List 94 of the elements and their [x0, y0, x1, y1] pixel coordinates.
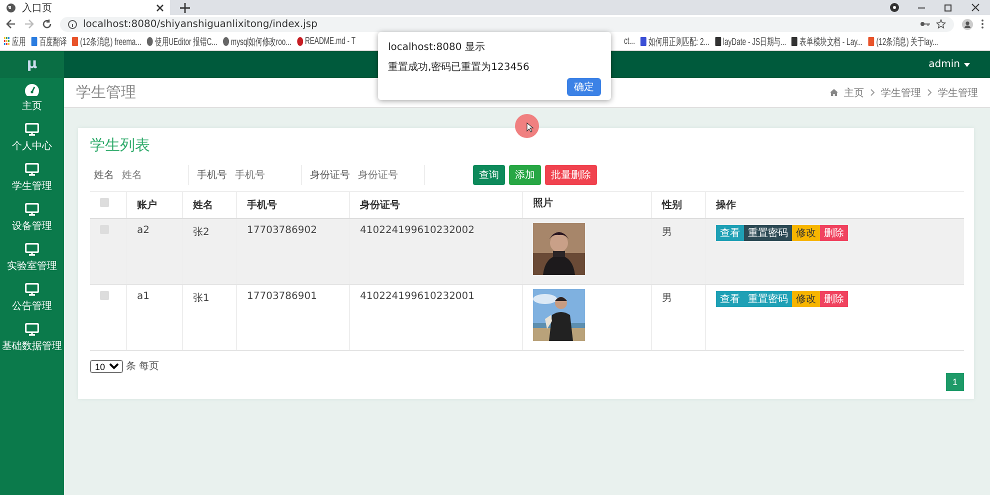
row-action-button[interactable]: 修改 [792, 291, 820, 307]
reload-icon[interactable] [42, 19, 52, 29]
chevron-icon [927, 89, 932, 96]
sidebar-item[interactable]: 主页 [22, 78, 42, 118]
bookmark-icon [868, 37, 874, 46]
monitor-icon [25, 123, 39, 136]
logo: μ [0, 51, 64, 78]
menu-icon[interactable] [981, 19, 984, 29]
address-bar[interactable]: localhost:8080/shiyanshiguanlixitong/index.jsp [60, 16, 954, 32]
bookmark-icon [4, 37, 10, 46]
checkbox[interactable] [100, 198, 109, 207]
table-cell: 410224199610232001 [350, 284, 522, 350]
filter-label: 手机号 [197, 168, 227, 182]
action-button[interactable]: 批量删除 [545, 165, 597, 185]
bookmark-icon [792, 37, 798, 46]
sidebar-item[interactable]: 基础数据管理 [2, 318, 62, 358]
bookmark-icon [640, 37, 647, 46]
breadcrumb-item[interactable]: 学生管理 [881, 86, 921, 100]
table-row[interactable]: a1 张1 17703786901 410224199610232001 男 查看 重置密码 修改 删除 [90, 284, 964, 350]
sidebar-item[interactable]: 学生管理 [12, 158, 52, 198]
row-action-button[interactable]: 重置密码 [744, 225, 792, 241]
monitor-icon [25, 163, 39, 176]
monitor-icon [25, 243, 39, 256]
row-action-button[interactable]: 删除 [820, 225, 848, 241]
sidebar-item[interactable]: 公告管理 [12, 278, 52, 318]
card-title: 学生列表 [90, 136, 151, 155]
table-cell: 男 [652, 218, 706, 284]
bookmark-icon [146, 37, 153, 46]
sidebar-item[interactable]: 个人中心 [12, 118, 52, 158]
page-size-select[interactable]: 10 [90, 360, 123, 372]
bookmark[interactable]: 应用 [4, 34, 26, 48]
new-tab-icon[interactable] [180, 2, 190, 12]
table-cell: 男 [652, 284, 706, 350]
profile-icon[interactable] [890, 3, 899, 12]
breadcrumb-item[interactable]: 主页 [844, 86, 864, 100]
action-button[interactable]: 查询 [473, 165, 505, 185]
bookmark-icon [72, 37, 78, 46]
sidebar-item[interactable]: 设备管理 [12, 198, 52, 238]
page-title: 学生管理 [76, 83, 136, 102]
table-cell: 张1 [182, 284, 236, 350]
monitor-icon [25, 283, 39, 296]
table-cell: 410224199610232002 [350, 218, 522, 284]
column-header: 手机号 [236, 192, 350, 218]
table-row[interactable]: a2 张2 17703786902 410224199610232002 男 查看 重置密码 修改 删除 [90, 218, 964, 284]
bookmark-icon [31, 37, 38, 46]
bookmark-icon [222, 37, 229, 46]
chevron-icon [870, 89, 875, 96]
row-action-button[interactable]: 删除 [820, 291, 848, 307]
breadcrumb-item[interactable]: 学生管理 [938, 86, 978, 100]
bookmark-icon [296, 37, 303, 46]
caret-icon [964, 62, 970, 66]
filter-label: 身份证号 [310, 169, 350, 182]
monitor-icon [25, 323, 39, 336]
bookmark[interactable]: README.md - T [296, 36, 356, 47]
bookmark[interactable]: 表单模块文档 - Lay... [792, 34, 863, 48]
table-cell: a2 [126, 218, 182, 284]
checkbox[interactable] [100, 291, 109, 300]
bookmark[interactable]: 如何用正则匹配: 2... [640, 34, 710, 48]
bookmark[interactable]: 百度翻译 [31, 34, 67, 48]
column-header: 照片 [522, 192, 652, 218]
account-icon[interactable] [962, 18, 973, 30]
filter-label: 姓名 [94, 169, 114, 182]
page-size-label: 条 每页 [126, 360, 160, 373]
row-action-button[interactable]: 修改 [792, 225, 820, 241]
column-header: 身份证号 [350, 192, 522, 218]
dialog-message: 重置成功,密码已重置为123456 [388, 60, 530, 74]
table-cell: 17703786902 [236, 218, 350, 284]
bookmark[interactable]: (12条消息) 关于lay... [868, 34, 938, 48]
close-icon[interactable] [156, 4, 164, 12]
user-menu[interactable]: admin [928, 59, 970, 70]
dialog-title: localhost:8080 显示 [388, 41, 486, 54]
close-icon[interactable] [971, 3, 980, 12]
monitor-icon [25, 203, 39, 216]
bookmark[interactable]: ct... [624, 36, 635, 47]
dashboard-icon [25, 84, 39, 96]
bookmark-icon [714, 37, 721, 46]
bookmark[interactable]: (12条消息) freema... [72, 34, 142, 48]
bookmark[interactable]: layDate - JS日期与... [714, 34, 786, 48]
sidebar-item[interactable]: 实验室管理 [7, 238, 57, 278]
ok-button[interactable]: 确定 [567, 78, 601, 96]
home-icon [830, 89, 838, 96]
bookmark[interactable]: 使用UEditor 报错C... [146, 34, 218, 48]
page-button[interactable]: 1 [946, 373, 964, 391]
star-icon[interactable] [936, 19, 946, 29]
table-cell: a1 [126, 284, 182, 350]
bookmark[interactable]: mysql如何修改roo... [222, 34, 292, 48]
table-cell: 17703786901 [236, 284, 350, 350]
column-header: 操作 [706, 192, 964, 218]
back-icon[interactable] [6, 19, 16, 29]
key-icon[interactable] [920, 20, 930, 28]
table-cell: 张2 [182, 218, 236, 284]
info-icon [68, 20, 77, 28]
browser-tab[interactable]: 入口页 [0, 0, 170, 15]
restore-icon[interactable] [944, 3, 953, 12]
